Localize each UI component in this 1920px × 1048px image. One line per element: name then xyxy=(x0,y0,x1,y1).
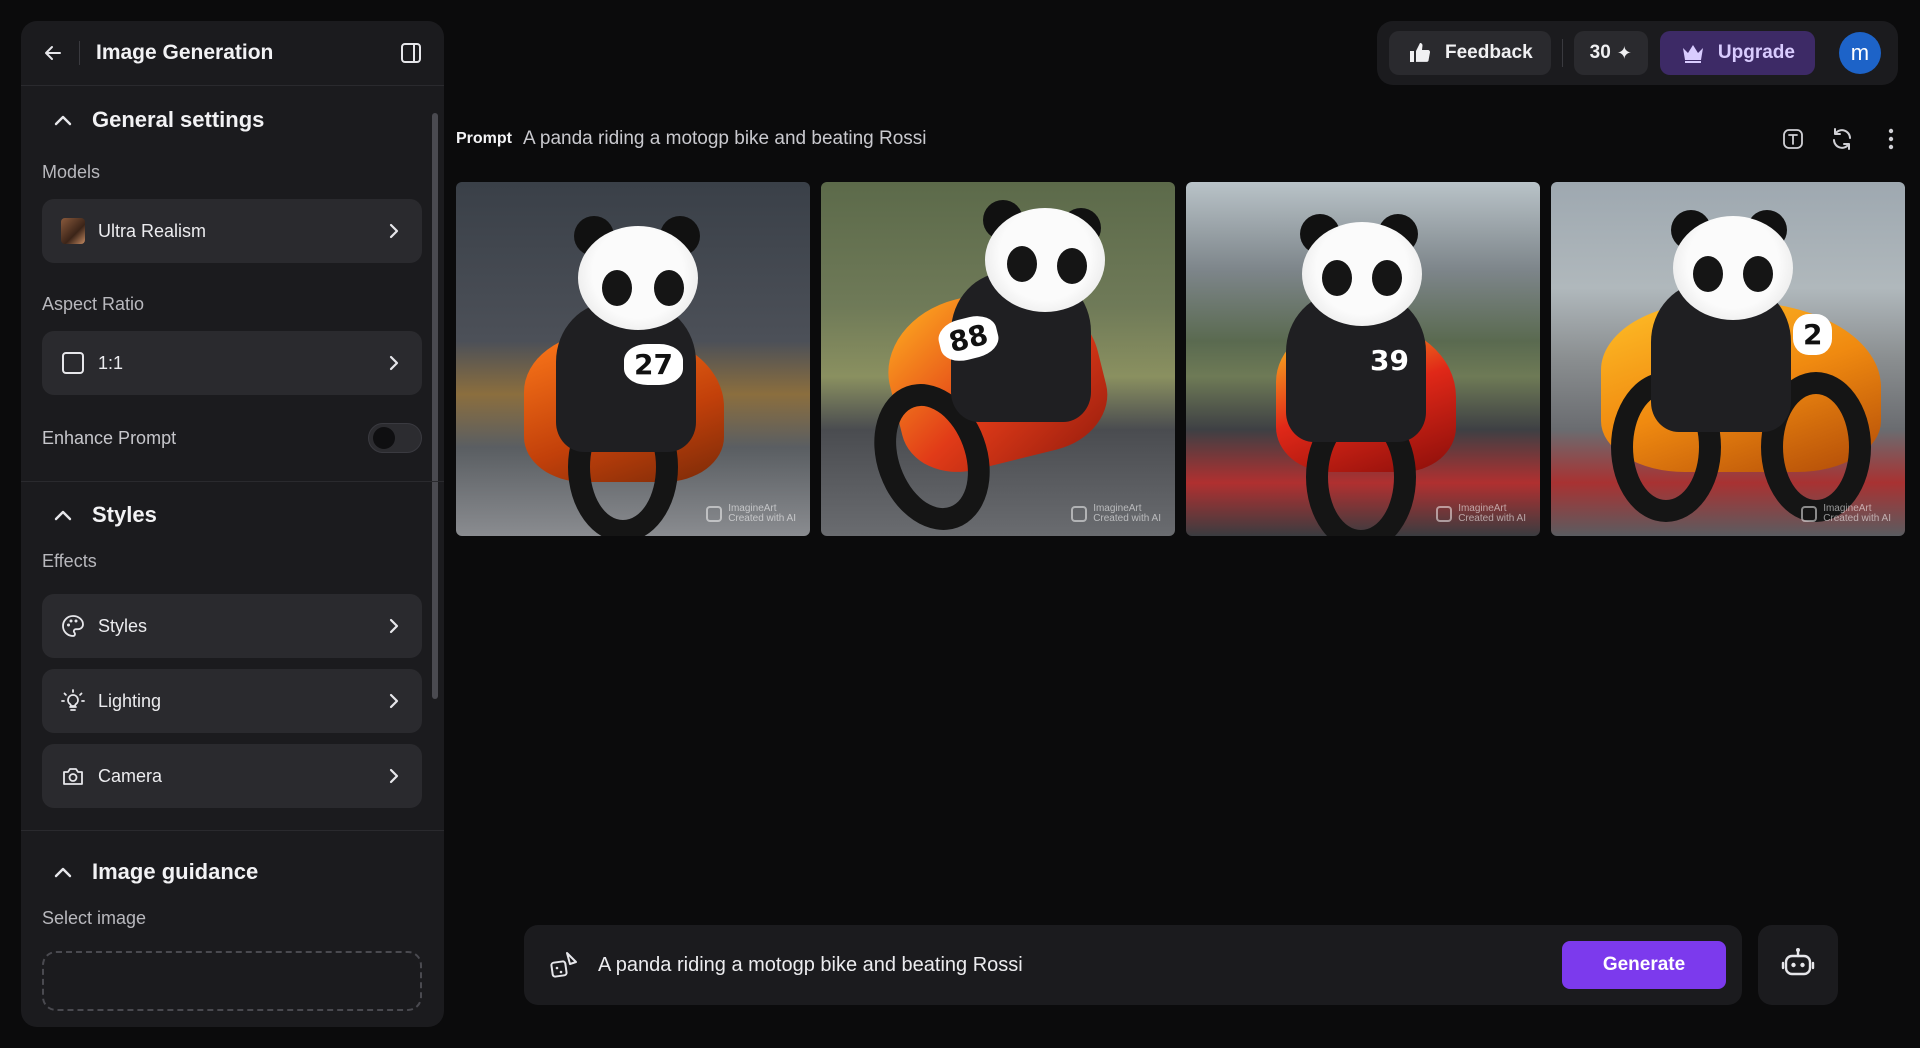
chevron-up-icon xyxy=(51,860,75,884)
section-general-settings[interactable]: General settings xyxy=(42,87,422,153)
generate-button[interactable]: Generate xyxy=(1562,941,1726,989)
watermark: ImagineArt Created with AI xyxy=(1801,504,1891,524)
upgrade-button[interactable]: Upgrade xyxy=(1659,31,1815,75)
prompt-text: A panda riding a motogp bike and beating… xyxy=(523,128,927,149)
prompt-label: Prompt xyxy=(456,130,512,147)
watermark: ImagineArt Created with AI xyxy=(1436,504,1526,524)
text-icon[interactable] xyxy=(1778,124,1808,154)
watermark-caption: Created with AI xyxy=(1458,513,1526,524)
generated-image-2[interactable]: 88 ImagineArt Created with AI xyxy=(821,182,1175,536)
sidebar-body: General settings Models Ultra Realism As… xyxy=(21,87,444,1027)
prompt-actions xyxy=(1759,124,1906,154)
image-upload-dropzone[interactable] xyxy=(42,951,422,1011)
section-title: Styles xyxy=(92,502,157,527)
section-image-guidance[interactable]: Image guidance xyxy=(42,839,422,905)
aspect-ratio-select[interactable]: 1:1 xyxy=(42,331,422,395)
model-value: Ultra Realism xyxy=(98,220,207,241)
watermark-caption: Created with AI xyxy=(728,513,796,524)
camera-select[interactable]: Camera xyxy=(42,744,422,808)
camera-icon xyxy=(60,763,86,789)
imagineart-logo-icon xyxy=(706,506,723,522)
topbar-divider xyxy=(1561,39,1563,67)
chevron-right-icon xyxy=(384,766,404,786)
generated-image-3[interactable]: 39 ImagineArt Created with AI xyxy=(1186,182,1540,536)
credits-badge[interactable]: 30 ✦ xyxy=(1573,31,1648,75)
section-title: General settings xyxy=(92,107,265,132)
sidebar-title: Image Generation xyxy=(96,41,274,64)
sidebar-header: Image Generation xyxy=(21,21,444,86)
section-styles[interactable]: Styles xyxy=(42,482,422,548)
enhance-prompt-toggle[interactable] xyxy=(368,423,422,453)
top-bar: Feedback 30 ✦ Upgrade m xyxy=(1377,21,1898,85)
imagineart-logo-icon xyxy=(1071,506,1088,522)
prompt-row: Prompt A panda riding a motogp bike and … xyxy=(456,124,1906,154)
chevron-up-icon xyxy=(51,503,75,527)
aspect-ratio-value: 1:1 xyxy=(98,352,124,373)
styles-select[interactable]: Styles xyxy=(42,594,422,658)
styles-item-label: Styles xyxy=(98,615,148,636)
lighting-select[interactable]: Lighting xyxy=(42,669,422,733)
collapse-panel-icon[interactable] xyxy=(398,40,424,66)
race-number: 27 xyxy=(624,344,683,385)
feedback-button[interactable]: Feedback xyxy=(1389,31,1551,75)
chevron-right-icon xyxy=(384,221,404,241)
toggle-knob xyxy=(373,427,395,449)
models-label: Models xyxy=(42,161,101,182)
watermark: ImagineArt Created with AI xyxy=(706,504,796,524)
dice-shapes-icon[interactable] xyxy=(548,949,580,981)
watermark-caption: Created with AI xyxy=(1823,513,1891,524)
imagineart-logo-icon xyxy=(1436,506,1453,522)
chevron-right-icon xyxy=(384,616,404,636)
watermark: ImagineArt Created with AI xyxy=(1071,504,1161,524)
more-vertical-icon[interactable] xyxy=(1876,124,1906,154)
header-divider xyxy=(79,41,80,65)
model-thumbnail xyxy=(60,218,86,244)
generated-image-1[interactable]: 27 ImagineArt Created with AI xyxy=(456,182,810,536)
section-title: Image guidance xyxy=(92,859,259,884)
thumbs-up-icon xyxy=(1407,40,1433,66)
race-number: 39 xyxy=(1370,344,1409,377)
sparkle-icon: ✦ xyxy=(1616,42,1632,63)
credits-count: 30 xyxy=(1589,42,1611,63)
effects-label: Effects xyxy=(42,550,97,571)
enhance-prompt-label: Enhance Prompt xyxy=(42,427,177,448)
prompt-input[interactable] xyxy=(598,953,1562,977)
section-divider xyxy=(21,830,444,831)
assistant-bot-button[interactable] xyxy=(1758,925,1838,1005)
chevron-up-icon xyxy=(51,108,75,132)
regenerate-icon[interactable] xyxy=(1827,124,1857,154)
race-number: 2 xyxy=(1793,314,1833,355)
back-arrow-icon[interactable] xyxy=(41,41,65,65)
generated-image-4[interactable]: 2 ImagineArt Created with AI xyxy=(1551,182,1905,536)
upgrade-label: Upgrade xyxy=(1717,42,1795,63)
aspect-ratio-label: Aspect Ratio xyxy=(42,293,145,314)
model-select[interactable]: Ultra Realism xyxy=(42,199,422,263)
chevron-right-icon xyxy=(384,691,404,711)
enhance-prompt-row: Enhance Prompt xyxy=(42,395,422,481)
robot-icon xyxy=(1781,946,1815,985)
square-icon xyxy=(60,350,86,376)
select-image-label: Select image xyxy=(42,907,147,928)
imagineart-logo-icon xyxy=(1801,506,1818,522)
chevron-right-icon xyxy=(384,353,404,373)
user-avatar[interactable]: m xyxy=(1838,32,1881,74)
camera-item-label: Camera xyxy=(98,765,163,786)
prompt-composer: Generate xyxy=(524,925,1742,1005)
generated-images-grid: 27 ImagineArt Created with AI 88 ImagineA… xyxy=(456,182,1916,536)
palette-icon xyxy=(60,613,86,639)
feedback-label: Feedback xyxy=(1445,42,1533,63)
settings-sidebar: Image Generation General settings Models… xyxy=(21,21,444,1027)
bulb-icon xyxy=(60,688,86,714)
lighting-item-label: Lighting xyxy=(98,690,162,711)
crown-icon xyxy=(1680,40,1706,66)
watermark-caption: Created with AI xyxy=(1093,513,1161,524)
